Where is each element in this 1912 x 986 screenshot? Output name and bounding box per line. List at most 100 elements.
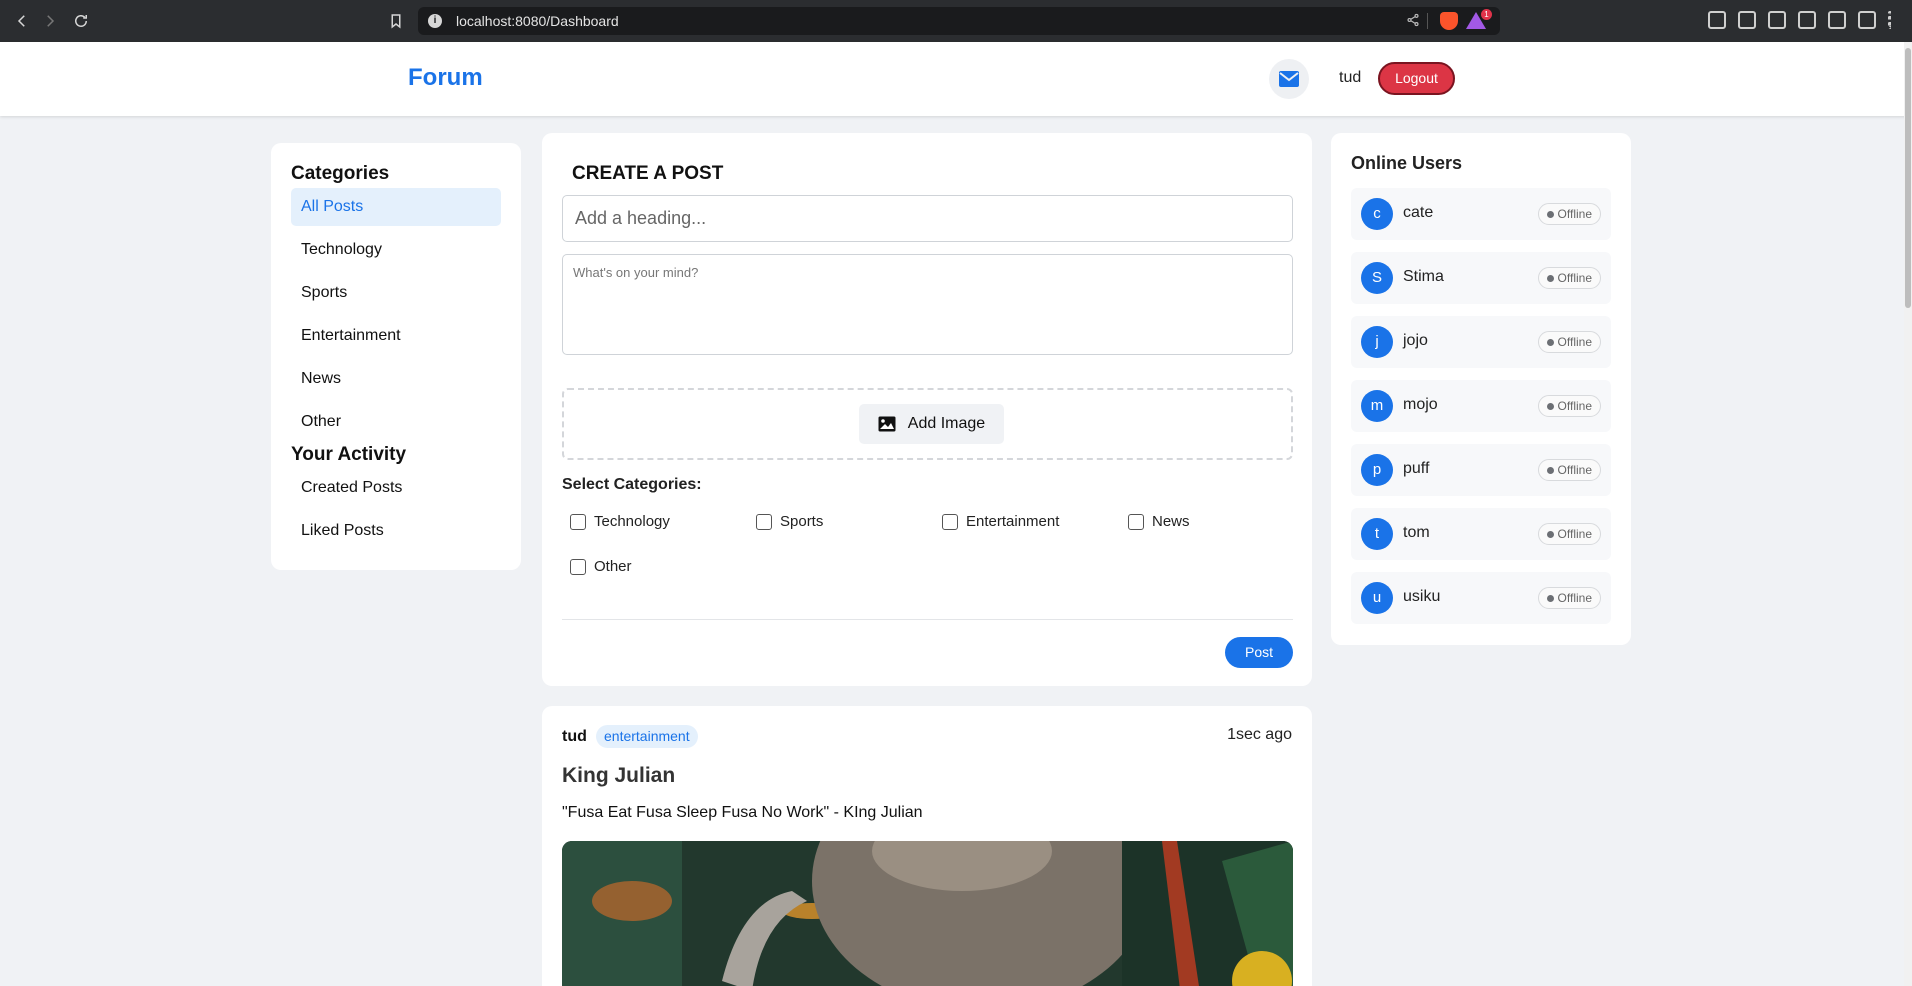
wallet-icon[interactable] <box>1828 11 1846 29</box>
category-all-posts[interactable]: All Posts <box>291 188 501 226</box>
checkbox-label: Sports <box>780 513 824 530</box>
avatar: c <box>1361 198 1393 230</box>
user-name: Stima <box>1403 268 1444 285</box>
checkbox-box[interactable] <box>570 513 586 530</box>
avatar: u <box>1361 582 1393 614</box>
extensions-icon[interactable] <box>1708 11 1726 29</box>
user-name: tom <box>1403 524 1430 541</box>
post-text: "Fusa Eat Fusa Sleep Fusa No Work" - KIn… <box>562 804 923 821</box>
checkbox-box[interactable] <box>756 513 772 530</box>
feed-post: tud entertainment 1sec ago King Julian "… <box>542 706 1312 986</box>
status-dot-icon <box>1546 211 1554 218</box>
checkbox-label: Entertainment <box>966 513 1060 530</box>
user-row[interactable]: m mojo Offline <box>1351 380 1611 432</box>
user-row[interactable]: c cate Offline <box>1351 188 1611 240</box>
image-dropzone[interactable]: Add Image <box>562 388 1293 460</box>
status-badge: Offline <box>1537 267 1601 289</box>
checkbox-other[interactable]: Other <box>570 558 632 575</box>
checkbox-box[interactable] <box>570 558 586 575</box>
online-users-panel: Online Users c cate Offline S Stima Offl… <box>1331 133 1631 645</box>
liked-posts-link[interactable]: Liked Posts <box>291 512 501 550</box>
status-badge: Offline <box>1537 587 1601 609</box>
checkbox-label: News <box>1152 513 1190 530</box>
status-label: Offline <box>1557 527 1592 541</box>
checkbox-sports[interactable]: Sports <box>756 513 823 530</box>
status-dot-icon <box>1546 403 1554 410</box>
add-image-button[interactable]: Add Image <box>859 404 1004 444</box>
page-scrollbar[interactable] <box>1904 42 1912 986</box>
user-name: jojo <box>1403 332 1428 349</box>
forward-icon[interactable] <box>38 9 62 33</box>
lemur-photo <box>562 841 1293 986</box>
user-name: usiku <box>1403 588 1441 605</box>
post-heading-input[interactable] <box>562 195 1293 242</box>
category-technology[interactable]: Technology <box>291 231 501 269</box>
messages-button[interactable] <box>1269 59 1309 99</box>
user-row[interactable]: p puff Offline <box>1351 444 1611 496</box>
status-dot-icon <box>1546 339 1554 346</box>
avatar: p <box>1361 454 1393 486</box>
post-body-input[interactable] <box>562 254 1293 355</box>
create-post-card: CREATE A POST Add Image Select Categorie… <box>542 133 1312 686</box>
media-icon[interactable] <box>1768 11 1786 29</box>
url-text[interactable]: localhost:8080/Dashboard <box>456 13 619 29</box>
checkbox-news[interactable]: News <box>1128 513 1190 530</box>
category-news[interactable]: News <box>291 360 501 398</box>
user-name: mojo <box>1403 396 1438 413</box>
post-category-tag[interactable]: entertainment <box>596 725 698 748</box>
post-author[interactable]: tud <box>562 728 587 746</box>
checkbox-label: Other <box>594 558 632 575</box>
user-row[interactable]: j jojo Offline <box>1351 316 1611 368</box>
post-button[interactable]: Post <box>1225 637 1293 668</box>
checkbox-entertainment[interactable]: Entertainment <box>942 513 1059 530</box>
url-separator <box>1427 13 1428 29</box>
checkbox-box[interactable] <box>942 513 958 530</box>
avatar: m <box>1361 390 1393 422</box>
user-row[interactable]: t tom Offline <box>1351 508 1611 560</box>
checkbox-technology[interactable]: Technology <box>570 513 670 530</box>
status-label: Offline <box>1557 271 1592 285</box>
status-label: Offline <box>1557 399 1592 413</box>
post-image[interactable] <box>562 841 1293 986</box>
user-name: puff <box>1403 460 1430 477</box>
forum-logo[interactable]: Forum <box>408 64 483 92</box>
menu-icon[interactable] <box>1888 11 1892 29</box>
rewards-badge: 1 <box>1481 9 1492 20</box>
categories-sidebar: Categories All Posts Technology Sports E… <box>271 143 521 570</box>
scrollbar-thumb[interactable] <box>1905 48 1911 308</box>
reload-icon[interactable] <box>69 9 93 33</box>
leo-ai-icon[interactable] <box>1858 11 1876 29</box>
share-icon[interactable] <box>1406 13 1420 32</box>
bookmark-icon[interactable] <box>384 9 408 33</box>
category-other[interactable]: Other <box>291 403 501 441</box>
site-info-icon[interactable]: i <box>428 14 442 28</box>
your-activity-heading: Your Activity <box>291 444 407 465</box>
categories-heading: Categories <box>291 163 390 184</box>
created-posts-link[interactable]: Created Posts <box>291 469 501 507</box>
status-dot-icon <box>1546 467 1554 474</box>
user-name: cate <box>1403 204 1434 221</box>
status-badge: Offline <box>1537 395 1601 417</box>
browser-toolbar: i localhost:8080/Dashboard 1 <box>0 0 1912 42</box>
app-header: Forum tud Logout <box>0 42 1912 116</box>
user-row[interactable]: S Stima Offline <box>1351 252 1611 304</box>
address-bar[interactable]: i localhost:8080/Dashboard 1 <box>418 7 1500 35</box>
brave-shields-icon[interactable] <box>1440 12 1458 30</box>
extension-icons <box>1708 11 1892 29</box>
checkbox-box[interactable] <box>1128 513 1144 530</box>
back-icon[interactable] <box>10 9 34 33</box>
user-row[interactable]: u usiku Offline <box>1351 572 1611 624</box>
envelope-icon <box>1279 71 1299 87</box>
sidebar-toggle-icon[interactable] <box>1798 11 1816 29</box>
post-timestamp: 1sec ago <box>1227 726 1292 743</box>
current-username: tud <box>1339 69 1362 86</box>
category-sports[interactable]: Sports <box>291 274 501 312</box>
status-dot-icon <box>1546 531 1554 538</box>
create-post-title: CREATE A POST <box>572 163 724 184</box>
status-label: Offline <box>1557 207 1592 221</box>
post-title[interactable]: King Julian <box>562 764 675 788</box>
category-entertainment[interactable]: Entertainment <box>291 317 501 355</box>
downloads-icon[interactable] <box>1738 11 1756 29</box>
status-badge: Offline <box>1537 203 1601 225</box>
logout-button[interactable]: Logout <box>1378 62 1455 95</box>
